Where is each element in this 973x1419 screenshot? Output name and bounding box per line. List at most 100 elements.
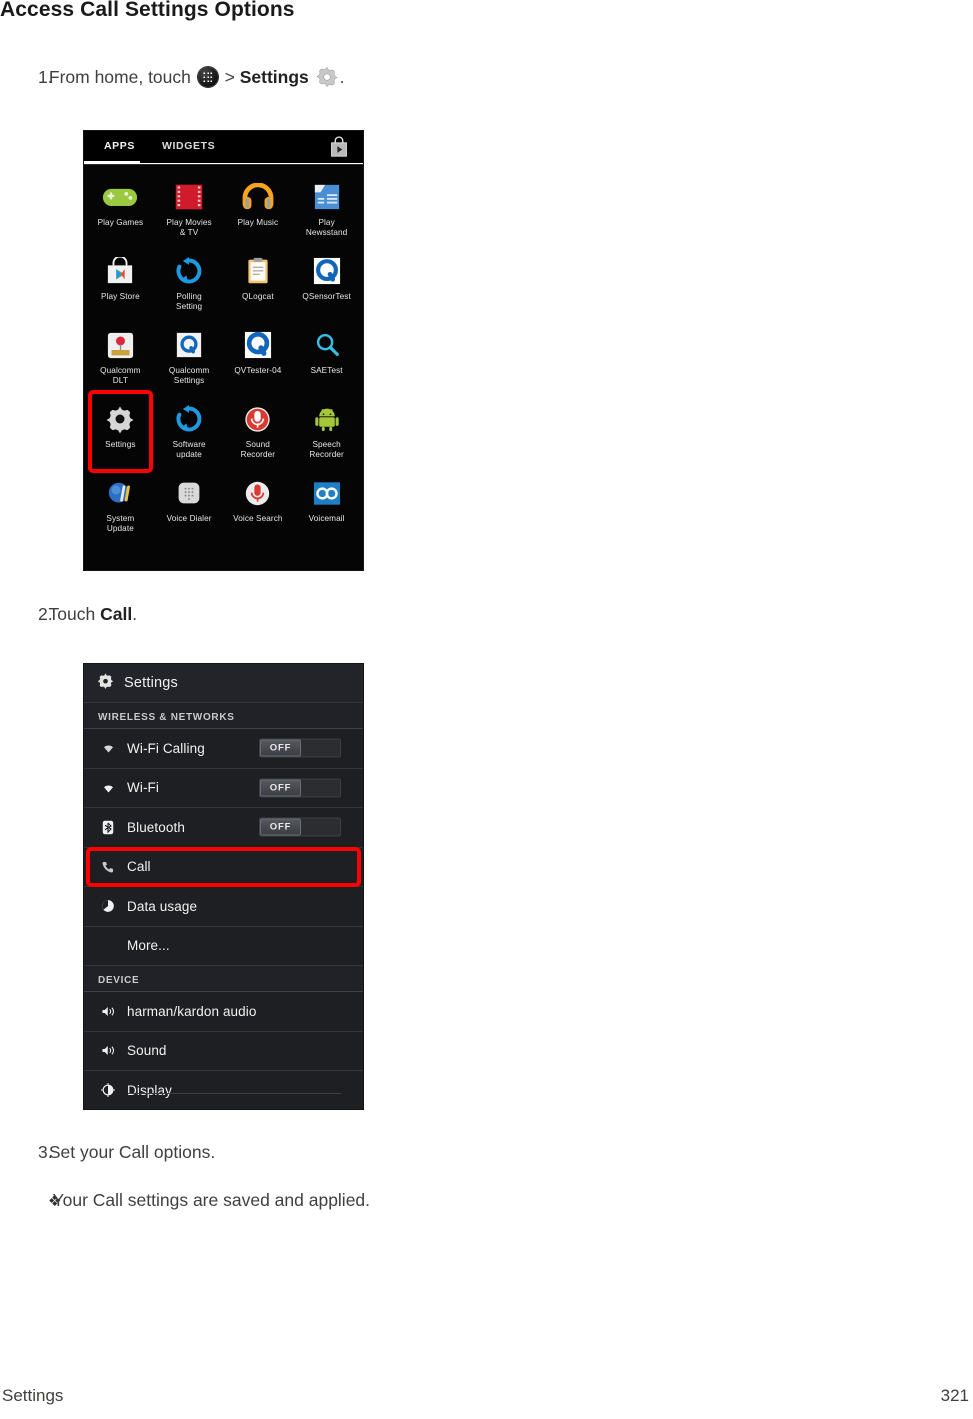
step-1-text-after: . [339, 67, 345, 87]
app-cell-voice-dialer[interactable]: Voice Dialer [155, 469, 224, 543]
settings-row-label: harman/kardon audio [127, 1003, 257, 1019]
wifi-icon [98, 782, 118, 794]
settings-row-data-usage[interactable]: Data usage [84, 887, 363, 927]
app-cell-voicemail[interactable]: Voicemail [292, 469, 361, 543]
step-1-bold-text: Settings [239, 67, 309, 87]
toggle-state-label: OFF [260, 779, 301, 797]
app-cell-speech-recorder[interactable]: Speech Recorder [292, 395, 361, 469]
list-bottom-divider [128, 1093, 341, 1094]
app-label: SAETest [310, 366, 343, 375]
settings-row-wifi[interactable]: Wi-Fi OFF [84, 768, 363, 808]
qlogcat-icon [224, 252, 293, 290]
app-label: Play Movies & TV [166, 218, 212, 237]
app-label: Sound Recorder [240, 440, 276, 459]
app-label: Play Games [97, 218, 144, 227]
gear-icon [316, 66, 338, 88]
app-row: System Update Voice Dialer Voice Search … [86, 469, 361, 543]
settings-row-bluetooth[interactable]: Bluetooth OFF [84, 808, 363, 848]
toggle-state-label: OFF [260, 739, 301, 757]
app-label: System Update [106, 514, 135, 533]
app-cell-play-newsstand[interactable]: Play Newsstand [292, 173, 361, 247]
settings-row-label: Display [127, 1082, 172, 1098]
app-row: Qualcomm DLT Qualcomm Settings QVTester-… [86, 321, 361, 395]
app-label: Voice Dialer [166, 514, 212, 523]
tab-apps[interactable]: APPS [104, 140, 135, 152]
apps-drawer-tabbar: APPS WIDGETS [84, 131, 363, 165]
step-3-number: 3. [38, 1142, 53, 1162]
app-cell-system-update[interactable]: System Update [86, 469, 155, 543]
app-label: QSensorTest [302, 292, 351, 301]
settings-row-more[interactable]: More... [84, 926, 363, 966]
settings-gear-icon [86, 400, 155, 438]
page-title: Access Call Settings Options [0, 0, 295, 21]
play-newsstand-icon [292, 178, 361, 216]
step-2-text-before: Touch [48, 604, 96, 624]
speech-recorder-icon [292, 400, 361, 438]
voice-dialer-icon [155, 474, 224, 512]
app-cell-polling-setting[interactable]: Polling Setting [155, 247, 224, 321]
play-store-icon [86, 252, 155, 290]
tab-widgets[interactable]: WIDGETS [162, 140, 215, 152]
settings-title: Settings [124, 675, 178, 691]
app-cell-qvtester[interactable]: QVTester-04 [224, 321, 293, 395]
app-cell-voice-search[interactable]: Voice Search [224, 469, 293, 543]
apps-drawer-screenshot: APPS WIDGETS Play Games Play Movies & TV… [83, 130, 364, 571]
app-cell-software-update[interactable]: Software update [155, 395, 224, 469]
step-3: 3. Set your Call options. [0, 1142, 215, 1163]
app-label: Polling Setting [176, 292, 203, 311]
settings-row-harman-kardon-audio[interactable]: harman/kardon audio [84, 992, 363, 1032]
app-cell-play-store[interactable]: Play Store [86, 247, 155, 321]
phone-icon [98, 860, 118, 874]
app-cell-play-games[interactable]: Play Games [86, 173, 155, 247]
app-cell-sound-recorder[interactable]: Sound Recorder [224, 395, 293, 469]
play-games-icon [86, 178, 155, 216]
settings-row-label: Wi-Fi Calling [127, 740, 205, 756]
step-2-number: 2. [38, 604, 53, 624]
app-label: Play Newsstand [305, 218, 348, 237]
app-label: Voicemail [308, 514, 345, 523]
bluetooth-toggle[interactable]: OFF [259, 817, 341, 837]
step-1-separator: > [224, 67, 235, 87]
settings-row-call[interactable]: Call [84, 846, 363, 887]
note-bullet: ❖ Your Call settings are saved and appli… [0, 1190, 370, 1211]
app-cell-saetest[interactable]: SAETest [292, 321, 361, 395]
saetest-search-icon [292, 326, 361, 364]
toggle-state-label: OFF [260, 818, 301, 836]
settings-row-label: More... [127, 938, 170, 954]
app-cell-settings[interactable]: Settings [86, 390, 155, 473]
step-2: 2. Touch Call. [0, 604, 137, 625]
qsensortest-icon [292, 252, 361, 290]
bluetooth-icon [98, 820, 118, 835]
step-2-text-after: . [132, 604, 138, 624]
step-2-bold-text: Call [100, 604, 133, 624]
sound-recorder-icon [224, 400, 293, 438]
app-label: Play Store [100, 292, 140, 301]
app-label: QVTester-04 [234, 366, 282, 375]
settings-row-display[interactable]: Display [84, 1071, 363, 1109]
app-label: Qualcomm Settings [168, 366, 210, 385]
qualcomm-dlt-icon [86, 326, 155, 364]
voicemail-icon [292, 474, 361, 512]
settings-screenshot: Settings WIRELESS & NETWORKS Wi-Fi Calli… [83, 663, 364, 1110]
play-movies-icon [155, 178, 224, 216]
settings-row-wifi-calling[interactable]: Wi-Fi Calling OFF [84, 729, 363, 769]
settings-titlebar: Settings [84, 664, 363, 703]
app-label: QLogcat [242, 292, 274, 301]
app-cell-play-movies[interactable]: Play Movies & TV [155, 173, 224, 247]
app-cell-qsensortest[interactable]: QSensorTest [292, 247, 361, 321]
app-cell-play-music[interactable]: Play Music [224, 173, 293, 247]
settings-row-sound[interactable]: Sound [84, 1031, 363, 1071]
system-update-icon [86, 474, 155, 512]
app-cell-qualcomm-dlt[interactable]: Qualcomm DLT [86, 321, 155, 395]
app-cell-qlogcat[interactable]: QLogcat [224, 247, 293, 321]
wifi-toggle[interactable]: OFF [259, 778, 341, 798]
settings-row-label: Bluetooth [127, 819, 185, 835]
footer-page-number: 321 [940, 1386, 969, 1405]
app-label: Software update [172, 440, 206, 459]
play-store-bag-icon[interactable] [329, 136, 349, 158]
voice-search-icon [224, 474, 293, 512]
app-label: Qualcomm DLT [100, 366, 141, 385]
wifi-calling-toggle[interactable]: OFF [259, 738, 341, 758]
app-cell-qualcomm-settings[interactable]: Qualcomm Settings [155, 321, 224, 395]
step-1-number: 1. [38, 67, 53, 87]
